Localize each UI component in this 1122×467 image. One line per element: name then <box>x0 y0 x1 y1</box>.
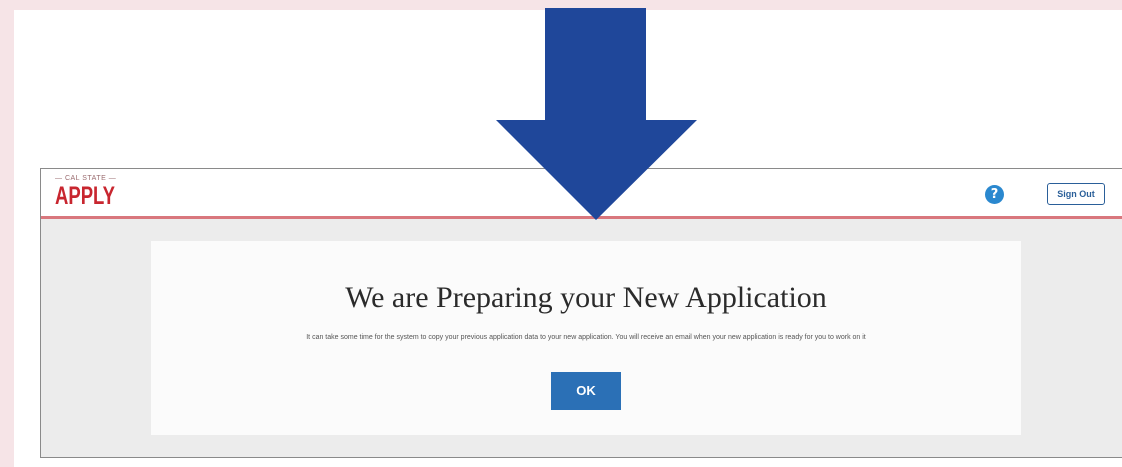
dialog-title: We are Preparing your New Application <box>345 281 827 314</box>
logo-title: APPLY <box>55 182 115 210</box>
preparing-application-dialog: We are Preparing your New Application It… <box>151 241 1021 435</box>
dialog-message: It can take some time for the system to … <box>306 334 866 341</box>
ok-button[interactable]: OK <box>551 372 621 410</box>
logo-subtitle: — CAL STATE — <box>55 175 117 182</box>
cal-state-apply-logo[interactable]: — CAL STATE — APPLY <box>55 175 135 213</box>
sign-out-button[interactable]: Sign Out <box>1047 183 1105 205</box>
question-circle-icon[interactable]: ? <box>985 185 1004 204</box>
app-header: — CAL STATE — APPLY ? Sign Out <box>41 169 1122 219</box>
app-window: — CAL STATE — APPLY ? Sign Out We are Pr… <box>40 168 1122 458</box>
